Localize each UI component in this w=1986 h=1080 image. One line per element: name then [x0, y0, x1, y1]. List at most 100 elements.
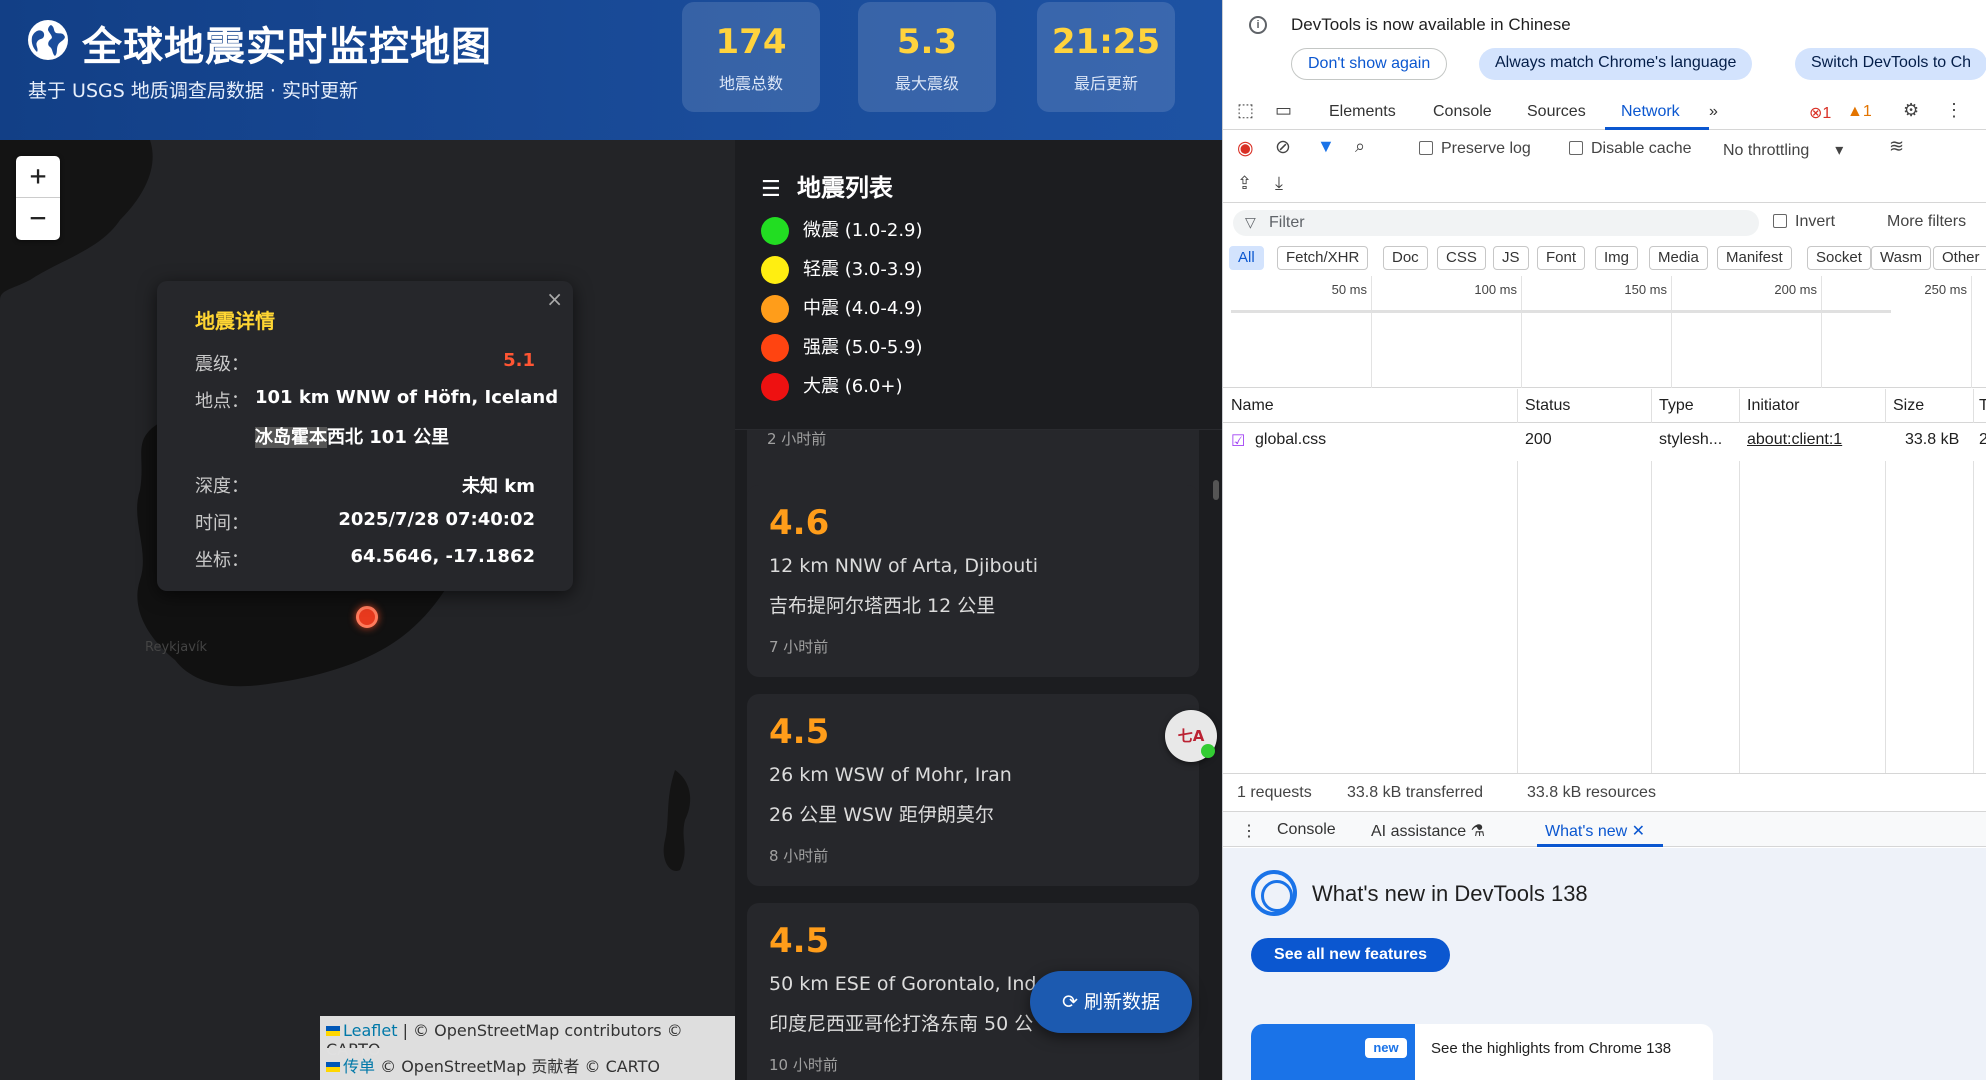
depth-label: 深度：: [195, 476, 249, 497]
import-har-icon[interactable]: ⇪: [1237, 173, 1252, 194]
error-count-value: 1: [1822, 105, 1832, 122]
legend-item-moderate: 中震 (4.0-4.9): [761, 294, 923, 324]
refresh-data-button[interactable]: ⟳ 刷新数据: [1030, 971, 1192, 1033]
record-stop-icon[interactable]: ◉: [1237, 137, 1254, 160]
error-count[interactable]: ⊗1: [1809, 103, 1831, 123]
location-chinese-rest: 西北 101 公里: [327, 427, 450, 448]
legend-item-micro: 微震 (1.0-2.9): [761, 216, 923, 246]
stat-max-magnitude: 5.3 最大震级: [858, 2, 996, 112]
disable-cache-label: Disable cache: [1591, 140, 1692, 157]
type-filter-fetch[interactable]: Fetch/XHR: [1277, 246, 1369, 270]
popup-close-button[interactable]: ×: [546, 287, 563, 311]
coordinates-value: 64.5646, -17.1862: [350, 546, 535, 567]
leaflet-link[interactable]: Leaflet: [343, 1021, 397, 1040]
error-icon: ⊗: [1809, 105, 1823, 122]
summary-resources: 33.8 kB resources: [1527, 784, 1656, 801]
timeline-gridline: [1821, 276, 1822, 388]
type-filter-js[interactable]: JS: [1493, 246, 1529, 270]
column-initiator[interactable]: Initiator: [1747, 397, 1799, 415]
type-filter-css[interactable]: CSS: [1437, 246, 1486, 270]
translate-extension-button[interactable]: 七A: [1165, 710, 1217, 762]
tab-console[interactable]: Console: [1433, 103, 1492, 121]
map-view[interactable]: + − Reykjavík × 地震详情 震级： 5.1 地点： 101 km …: [0, 140, 735, 1080]
list-scrollbar[interactable]: [1213, 480, 1219, 500]
filter-bar: Filter ▽ Invert More filters: [1223, 204, 1986, 242]
earthquake-card[interactable]: 4.6 12 km NNW of Arta, Djibouti 吉布提阿尔塔西北…: [747, 485, 1199, 677]
filter-input[interactable]: Filter: [1233, 210, 1759, 236]
type-filter-font[interactable]: Font: [1537, 246, 1586, 270]
infobar-message: DevTools is now available in Chinese: [1291, 15, 1571, 34]
more-filters-button[interactable]: More filters: [1887, 213, 1966, 231]
request-time: 2: [1979, 431, 1986, 449]
invert-checkbox[interactable]: Invert: [1773, 213, 1835, 231]
screen: 全球地震实时监控地图 基于 USGS 地质调查局数据 · 实时更新 174 地震…: [0, 0, 1986, 1080]
disable-cache-checkbox[interactable]: Disable cache: [1569, 140, 1692, 158]
throttling-select[interactable]: No throttling ▾: [1723, 140, 1843, 160]
device-toolbar-icon[interactable]: ▭: [1275, 100, 1292, 121]
whats-new-title: What's new in DevTools 138: [1312, 881, 1588, 906]
preserve-log-checkbox[interactable]: Preserve log: [1419, 140, 1531, 158]
type-filter-socket[interactable]: Socket: [1807, 246, 1871, 270]
type-filter-doc[interactable]: Doc: [1383, 246, 1428, 270]
language-infobar: i DevTools is now available in Chinese D…: [1223, 0, 1986, 88]
earthquake-marker[interactable]: [356, 606, 378, 628]
column-name[interactable]: Name: [1231, 397, 1274, 415]
inspect-element-icon[interactable]: ⬚: [1237, 100, 1254, 121]
warning-count[interactable]: ▲1: [1847, 103, 1872, 121]
translate-icon: 七A: [1177, 727, 1205, 745]
legend-item-minor: 轻震 (3.0-3.9): [761, 255, 923, 285]
location-chinese: 冰岛霍本西北 101 公里: [255, 423, 449, 449]
zoom-in-button[interactable]: +: [16, 156, 60, 198]
column-type[interactable]: Type: [1659, 397, 1694, 415]
filter-funnel-icon: ▽: [1245, 214, 1256, 230]
location-label: 地点：: [195, 391, 249, 412]
tab-elements[interactable]: Elements: [1329, 103, 1396, 121]
network-conditions-icon[interactable]: ≋: [1889, 136, 1904, 157]
info-icon: i: [1249, 16, 1267, 34]
type-filter-other[interactable]: Other: [1933, 246, 1986, 270]
settings-gear-icon[interactable]: ⚙: [1903, 100, 1919, 121]
highlights-card[interactable]: new See the highlights from Chrome 138: [1251, 1024, 1713, 1080]
network-timeline[interactable]: 50 ms 100 ms 150 ms 200 ms 250 ms: [1223, 276, 1986, 388]
leaflet-link-cn[interactable]: 传单: [343, 1057, 375, 1076]
zoom-control: + −: [16, 156, 60, 240]
close-icon[interactable]: ✕: [1627, 823, 1645, 840]
type-filter-wasm[interactable]: Wasm: [1871, 246, 1931, 270]
dont-show-again-button[interactable]: Don't show again: [1291, 48, 1448, 80]
zoom-out-button[interactable]: −: [16, 198, 60, 240]
match-language-button[interactable]: Always match Chrome's language: [1479, 48, 1753, 80]
ukraine-flag-icon: [326, 1026, 340, 1036]
export-har-icon[interactable]: ⤓: [1275, 173, 1283, 194]
chevron-down-icon: ▾: [1835, 142, 1844, 159]
column-status[interactable]: Status: [1525, 397, 1570, 415]
type-filter-img[interactable]: Img: [1595, 246, 1639, 270]
drawer-tab-whats-new[interactable]: What's new ✕: [1545, 821, 1645, 841]
tab-sources[interactable]: Sources: [1527, 103, 1586, 121]
type-filter-manifest[interactable]: Manifest: [1717, 246, 1792, 270]
stat-last-update: 21:25 最后更新: [1037, 2, 1175, 112]
list-title: ☰ 地震列表: [761, 168, 893, 203]
column-size[interactable]: Size: [1893, 397, 1924, 415]
tab-network[interactable]: Network: [1621, 103, 1680, 121]
legend-item-major: 大震 (6.0+): [761, 372, 902, 402]
more-tabs-button[interactable]: »: [1709, 103, 1718, 121]
chrome-devtools-logo-icon: [1251, 870, 1297, 916]
request-initiator-link[interactable]: about:client:1: [1747, 431, 1842, 449]
see-all-features-button[interactable]: See all new features: [1251, 938, 1450, 972]
earthquake-card[interactable]: 4.5 26 km WSW of Mohr, Iran 26 公里 WSW 距伊…: [747, 694, 1199, 886]
more-options-icon[interactable]: ⋮: [1945, 100, 1963, 121]
legend-label: 强震 (5.0-5.9): [803, 337, 923, 358]
drawer-menu-icon[interactable]: ⋮: [1241, 821, 1257, 841]
table-row[interactable]: ☑ global.css 200 stylesh... about:client…: [1223, 423, 1986, 461]
filter-icon[interactable]: ▼: [1317, 136, 1335, 157]
type-filter-media[interactable]: Media: [1649, 246, 1708, 270]
type-filter-all[interactable]: All: [1229, 246, 1264, 270]
search-icon[interactable]: ⌕: [1355, 136, 1365, 157]
card-time: 8 小时前: [769, 847, 829, 865]
column-time[interactable]: T: [1979, 397, 1986, 415]
drawer-tab-console[interactable]: Console: [1277, 821, 1336, 839]
drawer-tab-ai-assistance[interactable]: AI assistance ⚗: [1371, 821, 1485, 841]
switch-language-button[interactable]: Switch DevTools to Ch: [1795, 48, 1986, 80]
clear-icon[interactable]: ⊘: [1275, 136, 1291, 159]
check-badge-icon: [1201, 744, 1215, 758]
